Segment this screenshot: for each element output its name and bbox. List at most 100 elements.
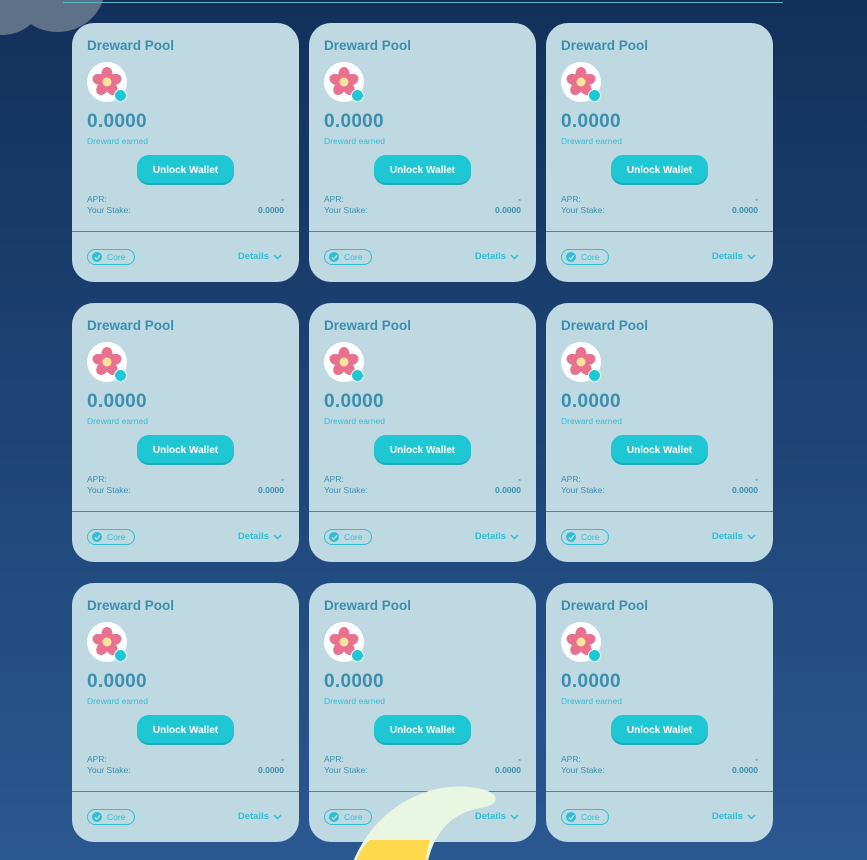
unlock-wallet-button[interactable]: Unlock Wallet: [137, 715, 234, 745]
details-label: Details: [237, 251, 269, 262]
details-label: Details: [474, 531, 506, 542]
pool-card: Dreward Pool 0.0000 Dreward earned Unloc…: [546, 23, 773, 282]
core-tag-label: Core: [581, 532, 600, 542]
details-toggle[interactable]: Details: [475, 531, 519, 542]
details-toggle[interactable]: Details: [238, 531, 282, 542]
stake-row: Your Stake: 0.0000: [324, 205, 521, 215]
check-icon: [566, 812, 576, 822]
stake-value: 0.0000: [732, 485, 758, 495]
unlock-wallet-button[interactable]: Unlock Wallet: [137, 155, 234, 185]
apr-value: -: [755, 754, 758, 764]
core-tag-label: Core: [107, 532, 126, 542]
apr-row: APR: -: [561, 754, 758, 764]
stake-row: Your Stake: 0.0000: [324, 485, 521, 495]
apr-label: APR:: [87, 194, 107, 204]
flower-token-icon: [561, 62, 603, 104]
apr-label: APR:: [87, 754, 107, 764]
details-toggle[interactable]: Details: [712, 531, 756, 542]
details-toggle[interactable]: Details: [712, 811, 756, 822]
token-badge-icon: [588, 649, 601, 662]
apr-value: -: [281, 474, 284, 484]
token-badge-icon: [114, 89, 127, 102]
stake-row: Your Stake: 0.0000: [561, 485, 758, 495]
details-label: Details: [711, 251, 743, 262]
stake-row: Your Stake: 0.0000: [561, 205, 758, 215]
pool-title: Dreward Pool: [87, 318, 175, 333]
core-tag-label: Core: [107, 812, 126, 822]
details-toggle[interactable]: Details: [712, 251, 756, 262]
core-tag: Core: [324, 529, 372, 545]
details-toggle[interactable]: Details: [238, 251, 282, 262]
core-tag-label: Core: [581, 252, 600, 262]
apr-row: APR: -: [87, 754, 284, 764]
pool-card: Dreward Pool 0.0000 Dreward earned Unloc…: [546, 303, 773, 562]
unlock-wallet-button[interactable]: Unlock Wallet: [374, 155, 471, 185]
pool-card: Dreward Pool 0.0000 Dreward earned Unloc…: [72, 23, 299, 282]
stake-label: Your Stake:: [87, 485, 131, 495]
apr-value: -: [755, 194, 758, 204]
stake-label: Your Stake:: [561, 765, 605, 775]
apr-label: APR:: [87, 474, 107, 484]
stake-value: 0.0000: [258, 765, 284, 775]
unlock-wallet-button[interactable]: Unlock Wallet: [374, 715, 471, 745]
unlock-wallet-button[interactable]: Unlock Wallet: [611, 435, 708, 465]
chevron-down-icon: [747, 533, 756, 540]
earned-value: 0.0000: [324, 391, 384, 412]
earned-value: 0.0000: [87, 111, 147, 132]
flower-token-icon: [561, 622, 603, 664]
stake-row: Your Stake: 0.0000: [87, 205, 284, 215]
check-icon: [566, 252, 576, 262]
stake-label: Your Stake:: [561, 205, 605, 215]
apr-row: APR: -: [324, 474, 521, 484]
check-icon: [92, 812, 102, 822]
apr-value: -: [518, 194, 521, 204]
details-label: Details: [711, 811, 743, 822]
details-toggle[interactable]: Details: [475, 251, 519, 262]
flower-token-icon: [87, 62, 129, 104]
core-tag: Core: [87, 809, 135, 825]
pool-title: Dreward Pool: [561, 598, 649, 613]
earned-value: 0.0000: [561, 111, 621, 132]
core-tag-label: Core: [344, 252, 363, 262]
details-toggle[interactable]: Details: [238, 811, 282, 822]
stake-label: Your Stake:: [324, 485, 368, 495]
pool-title: Dreward Pool: [87, 598, 175, 613]
card-divider: [309, 511, 536, 512]
unlock-wallet-button[interactable]: Unlock Wallet: [374, 435, 471, 465]
unlock-wallet-button[interactable]: Unlock Wallet: [137, 435, 234, 465]
unlock-wallet-button[interactable]: Unlock Wallet: [611, 155, 708, 185]
flower-token-icon: [87, 342, 129, 384]
earned-label: Dreward earned: [561, 696, 622, 706]
apr-label: APR:: [324, 754, 344, 764]
card-divider: [546, 511, 773, 512]
apr-value: -: [755, 474, 758, 484]
chevron-down-icon: [747, 813, 756, 820]
apr-value: -: [518, 474, 521, 484]
core-tag: Core: [87, 529, 135, 545]
earned-label: Dreward earned: [87, 416, 148, 426]
chevron-down-icon: [747, 253, 756, 260]
card-divider: [309, 231, 536, 232]
earned-label: Dreward earned: [87, 696, 148, 706]
apr-row: APR: -: [561, 194, 758, 204]
details-label: Details: [237, 531, 269, 542]
pool-title: Dreward Pool: [324, 598, 412, 613]
pool-title: Dreward Pool: [324, 318, 412, 333]
flower-token-icon: [87, 622, 129, 664]
card-divider: [72, 791, 299, 792]
check-icon: [566, 532, 576, 542]
pool-title: Dreward Pool: [87, 38, 175, 53]
earned-value: 0.0000: [324, 671, 384, 692]
core-tag: Core: [87, 249, 135, 265]
unlock-wallet-button[interactable]: Unlock Wallet: [611, 715, 708, 745]
token-badge-icon: [351, 369, 364, 382]
earned-label: Dreward earned: [324, 696, 385, 706]
stake-value: 0.0000: [258, 205, 284, 215]
stake-value: 0.0000: [732, 205, 758, 215]
core-tag-label: Core: [344, 532, 363, 542]
card-divider: [546, 791, 773, 792]
card-divider: [546, 231, 773, 232]
apr-label: APR:: [324, 474, 344, 484]
apr-row: APR: -: [87, 474, 284, 484]
flower-token-icon: [324, 62, 366, 104]
